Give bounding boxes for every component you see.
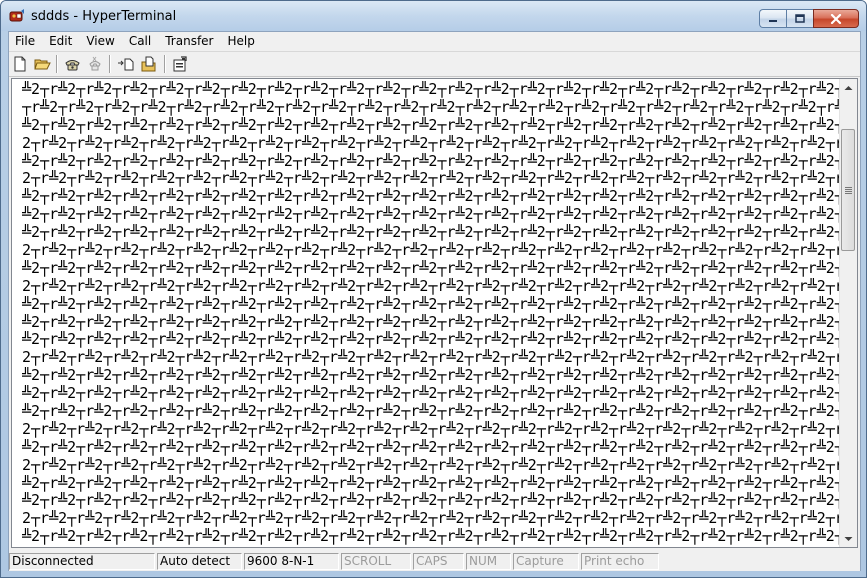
- properties-button[interactable]: [171, 55, 189, 73]
- terminal-line: ╩2┬r╩2┬r╩2┬r╩2┬r╩2┬r╩2┬r╩2┬r╩2┬r╩2┬r╩2┬r…: [22, 403, 842, 421]
- toolbar-separator: [164, 55, 166, 73]
- status-print-echo: Print echo: [581, 552, 659, 570]
- terminal-line: ╩2┬r╩2┬r╩2┬r╩2┬r╩2┬r╩2┬r╩2┬r╩2┬r╩2┬r╩2┬r…: [22, 224, 842, 242]
- terminal-output[interactable]: ╩2┬r╩2┬r╩2┬r╩2┬r╩2┬r╩2┬r╩2┬r╩2┬r╩2┬r╩2┬r…: [22, 81, 842, 545]
- terminal-line: 2┬r╩2┬r╩2┬r╩2┬r╩2┬r╩2┬r╩2┬r╩2┬r╩2┬r╩2┬r╩…: [22, 420, 842, 438]
- title-bar[interactable]: sddds - HyperTerminal: [1, 1, 866, 31]
- call-button[interactable]: [63, 55, 81, 73]
- terminal-line: ╩2┬r╩2┬r╩2┬r╩2┬r╩2┬r╩2┬r╩2┬r╩2┬r╩2┬r╩2┬r…: [22, 385, 842, 403]
- close-icon: [830, 13, 842, 24]
- terminal-line: ╩2┬r╩2┬r╩2┬r╩2┬r╩2┬r╩2┬r╩2┬r╩2┬r╩2┬r╩2┬r…: [22, 492, 842, 510]
- properties-icon: [173, 56, 187, 72]
- menu-call[interactable]: Call: [122, 33, 158, 50]
- terminal-line: 2┬r╩2┬r╩2┬r╩2┬r╩2┬r╩2┬r╩2┬r╩2┬r╩2┬r╩2┬r╩…: [22, 134, 842, 152]
- send-file-icon: [118, 58, 134, 71]
- menu-help[interactable]: Help: [221, 33, 262, 50]
- toolbar: [9, 52, 860, 77]
- close-button[interactable]: [813, 9, 859, 28]
- scroll-up-arrow-icon: [844, 85, 853, 90]
- terminal-line: ╩2┬r╩2┬r╩2┬r╩2┬r╩2┬r╩2┬r╩2┬r╩2┬r╩2┬r╩2┬r…: [22, 313, 842, 331]
- terminal-line: ┬r╩2┬r╩2┬r╩2┬r╩2┬r╩2┬r╩2┬r╩2┬r╩2┬r╩2┬r╩2…: [22, 98, 842, 116]
- status-connection: Disconnected: [9, 552, 155, 570]
- window-title: sddds - HyperTerminal: [31, 9, 177, 24]
- hyperterminal-icon[interactable]: [9, 8, 25, 24]
- maximize-button[interactable]: [786, 9, 813, 28]
- status-num: NUM: [466, 552, 511, 570]
- maximize-icon: [795, 14, 805, 23]
- terminal-line: ╩2┬r╩2┬r╩2┬r╩2┬r╩2┬r╩2┬r╩2┬r╩2┬r╩2┬r╩2┬r…: [22, 152, 842, 170]
- scroll-grip-icon: [844, 186, 852, 195]
- status-capture: Capture: [513, 552, 579, 570]
- hyperterminal-window: sddds - HyperTerminal File Edit View Cal…: [0, 0, 867, 578]
- scroll-down-button[interactable]: [840, 530, 857, 547]
- status-caps: CAPS: [413, 552, 464, 570]
- menu-bar: File Edit View Call Transfer Help: [9, 32, 860, 52]
- terminal-line: ╩2┬r╩2┬r╩2┬r╩2┬r╩2┬r╩2┬r╩2┬r╩2┬r╩2┬r╩2┬r…: [22, 188, 842, 206]
- minimize-icon: [769, 19, 777, 22]
- terminal-line: 2┬r╩2┬r╩2┬r╩2┬r╩2┬r╩2┬r╩2┬r╩2┬r╩2┬r╩2┬r╩…: [22, 349, 842, 367]
- terminal-line: 2┬r╩2┬r╩2┬r╩2┬r╩2┬r╩2┬r╩2┬r╩2┬r╩2┬r╩2┬r╩…: [22, 510, 842, 528]
- terminal-line: 2┬r╩2┬r╩2┬r╩2┬r╩2┬r╩2┬r╩2┬r╩2┬r╩2┬r╩2┬r╩…: [22, 170, 842, 188]
- terminal-line: ╩2┬r╩2┬r╩2┬r╩2┬r╩2┬r╩2┬r╩2┬r╩2┬r╩2┬r╩2┬r…: [22, 259, 842, 277]
- menu-file[interactable]: File: [9, 33, 42, 50]
- scroll-up-button[interactable]: [840, 79, 857, 96]
- scroll-down-arrow-icon: [844, 536, 853, 541]
- disconnect-button[interactable]: [86, 55, 104, 73]
- terminal-line: ╩2┬r╩2┬r╩2┬r╩2┬r╩2┬r╩2┬r╩2┬r╩2┬r╩2┬r╩2┬r…: [22, 367, 842, 385]
- caption-buttons: [759, 9, 859, 28]
- minimize-button[interactable]: [759, 9, 786, 28]
- status-scroll: SCROLL: [341, 552, 411, 570]
- status-detect: Auto detect: [157, 552, 242, 570]
- terminal-line: ╩2┬r╩2┬r╩2┬r╩2┬r╩2┬r╩2┬r╩2┬r╩2┬r╩2┬r╩2┬r…: [22, 206, 842, 224]
- receive-file-button[interactable]: [139, 55, 157, 73]
- status-settings: 9600 8-N-1: [244, 552, 339, 570]
- vertical-scrollbar[interactable]: [839, 79, 857, 547]
- toolbar-separator: [56, 55, 58, 73]
- terminal-line: ╩2┬r╩2┬r╩2┬r╩2┬r╩2┬r╩2┬r╩2┬r╩2┬r╩2┬r╩2┬r…: [22, 528, 842, 545]
- terminal-line: ╩2┬r╩2┬r╩2┬r╩2┬r╩2┬r╩2┬r╩2┬r╩2┬r╩2┬r╩2┬r…: [22, 295, 842, 313]
- new-connection-icon: [14, 56, 26, 72]
- send-file-button[interactable]: [117, 55, 135, 73]
- call-icon: [64, 60, 80, 71]
- terminal-line: ╩2┬r╩2┬r╩2┬r╩2┬r╩2┬r╩2┬r╩2┬r╩2┬r╩2┬r╩2┬r…: [22, 116, 842, 134]
- menu-transfer[interactable]: Transfer: [158, 33, 220, 50]
- terminal-line: 2┬r╩2┬r╩2┬r╩2┬r╩2┬r╩2┬r╩2┬r╩2┬r╩2┬r╩2┬r╩…: [22, 456, 842, 474]
- receive-file-icon: [141, 56, 155, 72]
- terminal-line: 2┬r╩2┬r╩2┬r╩2┬r╩2┬r╩2┬r╩2┬r╩2┬r╩2┬r╩2┬r╩…: [22, 277, 842, 295]
- terminal-line: 2┬r╩2┬r╩2┬r╩2┬r╩2┬r╩2┬r╩2┬r╩2┬r╩2┬r╩2┬r╩…: [22, 242, 842, 260]
- toolbar-separator: [109, 55, 111, 73]
- scroll-thumb[interactable]: [841, 129, 855, 251]
- status-bar: Disconnected Auto detect 9600 8-N-1 SCRO…: [9, 551, 860, 571]
- terminal-line: ╩2┬r╩2┬r╩2┬r╩2┬r╩2┬r╩2┬r╩2┬r╩2┬r╩2┬r╩2┬r…: [22, 474, 842, 492]
- menu-edit[interactable]: Edit: [42, 33, 79, 50]
- menu-view[interactable]: View: [79, 33, 121, 50]
- terminal-line: ╩2┬r╩2┬r╩2┬r╩2┬r╩2┬r╩2┬r╩2┬r╩2┬r╩2┬r╩2┬r…: [22, 81, 842, 98]
- open-icon: [33, 59, 51, 70]
- client-area: File Edit View Call Transfer Help ╩2┬r╩2…: [8, 31, 861, 571]
- disconnect-icon: [89, 56, 101, 71]
- new-connection-button[interactable]: [11, 55, 29, 73]
- terminal-line: ╩2┬r╩2┬r╩2┬r╩2┬r╩2┬r╩2┬r╩2┬r╩2┬r╩2┬r╩2┬r…: [22, 331, 842, 349]
- terminal-line: ╩2┬r╩2┬r╩2┬r╩2┬r╩2┬r╩2┬r╩2┬r╩2┬r╩2┬r╩2┬r…: [22, 438, 842, 456]
- terminal-frame: ╩2┬r╩2┬r╩2┬r╩2┬r╩2┬r╩2┬r╩2┬r╩2┬r╩2┬r╩2┬r…: [11, 78, 858, 548]
- open-button[interactable]: [33, 55, 51, 73]
